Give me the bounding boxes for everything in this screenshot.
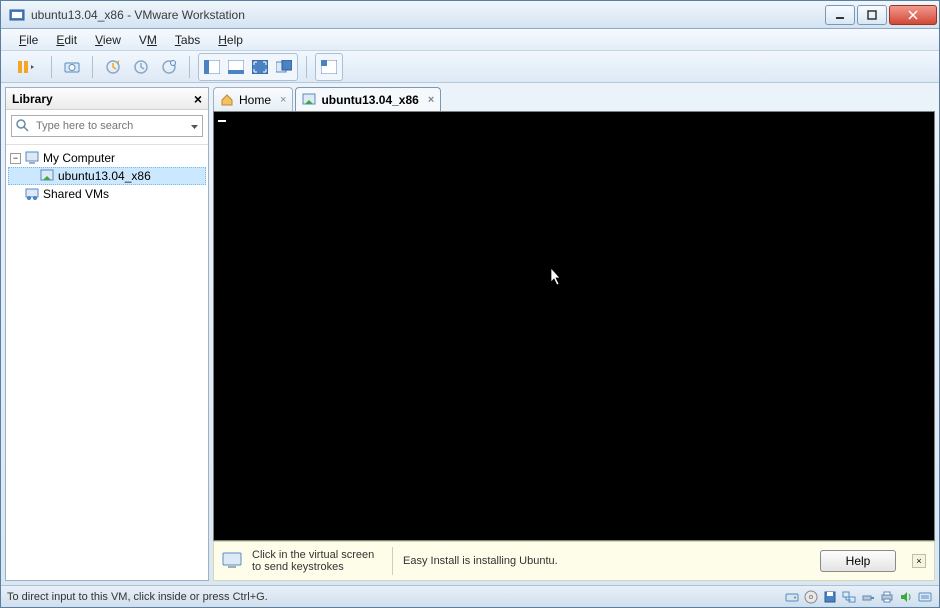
- tab-label: Home: [239, 93, 271, 107]
- search-input[interactable]: [11, 115, 203, 137]
- content-area: Library × − My Computer ubuntu13.04_x86: [1, 83, 939, 585]
- tab-vm[interactable]: ubuntu13.04_x86 ×: [295, 87, 441, 111]
- library-header: Library ×: [6, 88, 208, 110]
- library-search: [11, 115, 203, 137]
- shared-icon: [24, 186, 40, 202]
- tree-label: ubuntu13.04_x86: [58, 169, 151, 183]
- home-icon: [220, 93, 234, 107]
- view-fullscreen-button[interactable]: [248, 55, 272, 79]
- tab-home[interactable]: Home ×: [213, 87, 293, 111]
- help-button-container: Help: [820, 550, 896, 572]
- app-icon: [9, 7, 25, 23]
- view-thumbnail-button[interactable]: [317, 55, 341, 79]
- menu-file[interactable]: File: [11, 31, 46, 49]
- statusbar: To direct input to this VM, click inside…: [1, 585, 939, 607]
- tree-label: My Computer: [43, 151, 115, 165]
- snapshot-revert-button[interactable]: [129, 55, 153, 79]
- menu-tabs[interactable]: Tabs: [167, 31, 208, 49]
- power-button[interactable]: [9, 55, 43, 79]
- snapshot-button[interactable]: [60, 55, 84, 79]
- computer-icon: [24, 150, 40, 166]
- tree-node-vm[interactable]: ubuntu13.04_x86: [8, 167, 206, 185]
- toolbar: [1, 51, 939, 83]
- network-icon[interactable]: [841, 589, 857, 605]
- menu-vm[interactable]: VM: [131, 31, 165, 49]
- usb-icon[interactable]: [860, 589, 876, 605]
- main-area: Home × ubuntu13.04_x86 × Click in the vi…: [213, 87, 935, 581]
- tab-close-icon[interactable]: ×: [280, 94, 286, 106]
- mouse-cursor-icon: [546, 267, 564, 292]
- menu-edit[interactable]: Edit: [48, 31, 85, 49]
- search-icon: [16, 119, 29, 135]
- view-unity-button[interactable]: [272, 55, 296, 79]
- library-title: Library: [12, 92, 53, 106]
- tab-label: ubuntu13.04_x86: [321, 93, 418, 107]
- tab-close-icon[interactable]: ×: [428, 94, 434, 106]
- close-button[interactable]: [889, 5, 937, 25]
- view-sidebar-button[interactable]: [200, 55, 224, 79]
- vm-console[interactable]: [213, 111, 935, 541]
- expand-icon[interactable]: −: [10, 153, 21, 164]
- window-title: ubuntu13.04_x86 - VMware Workstation: [31, 8, 823, 22]
- statusbar-icons: [784, 589, 933, 605]
- menu-help[interactable]: Help: [210, 31, 251, 49]
- vm-icon: [302, 93, 316, 107]
- floppy-icon[interactable]: [822, 589, 838, 605]
- statusbar-text: To direct input to this VM, click inside…: [7, 591, 268, 603]
- titlebar[interactable]: ubuntu13.04_x86 - VMware Workstation: [1, 1, 939, 29]
- message-icon[interactable]: [917, 589, 933, 605]
- snapshot-manager-button[interactable]: [157, 55, 181, 79]
- printer-icon[interactable]: [879, 589, 895, 605]
- infobar-close-button[interactable]: ×: [912, 554, 926, 568]
- maximize-button[interactable]: [857, 5, 887, 25]
- harddisk-icon[interactable]: [784, 589, 800, 605]
- sound-icon[interactable]: [898, 589, 914, 605]
- separator: [392, 547, 393, 575]
- hint-icon: [222, 551, 242, 572]
- help-button[interactable]: Help: [820, 550, 896, 572]
- minimize-button[interactable]: [825, 5, 855, 25]
- vm-icon: [39, 168, 55, 184]
- library-tree: − My Computer ubuntu13.04_x86 Shared VMs: [6, 144, 208, 580]
- search-dropdown-icon[interactable]: [190, 121, 199, 135]
- menubar: File Edit View VM Tabs Help: [1, 29, 939, 51]
- view-console-button[interactable]: [224, 55, 248, 79]
- infobar: Click in the virtual screen to send keys…: [213, 541, 935, 581]
- snapshot-take-button[interactable]: [101, 55, 125, 79]
- text-cursor: [218, 120, 226, 122]
- menu-view[interactable]: View: [87, 31, 129, 49]
- tree-node-shared[interactable]: Shared VMs: [8, 185, 206, 203]
- tree-label: Shared VMs: [43, 187, 109, 201]
- app-window: ubuntu13.04_x86 - VMware Workstation Fil…: [0, 0, 940, 608]
- cd-icon[interactable]: [803, 589, 819, 605]
- library-panel: Library × − My Computer ubuntu13.04_x86: [5, 87, 209, 581]
- tree-node-mycomputer[interactable]: − My Computer: [8, 149, 206, 167]
- library-close-button[interactable]: ×: [194, 91, 202, 107]
- tabbar: Home × ubuntu13.04_x86 ×: [213, 87, 935, 111]
- hint-text: Click in the virtual screen to send keys…: [252, 549, 382, 573]
- status-text: Easy Install is installing Ubuntu.: [403, 555, 558, 567]
